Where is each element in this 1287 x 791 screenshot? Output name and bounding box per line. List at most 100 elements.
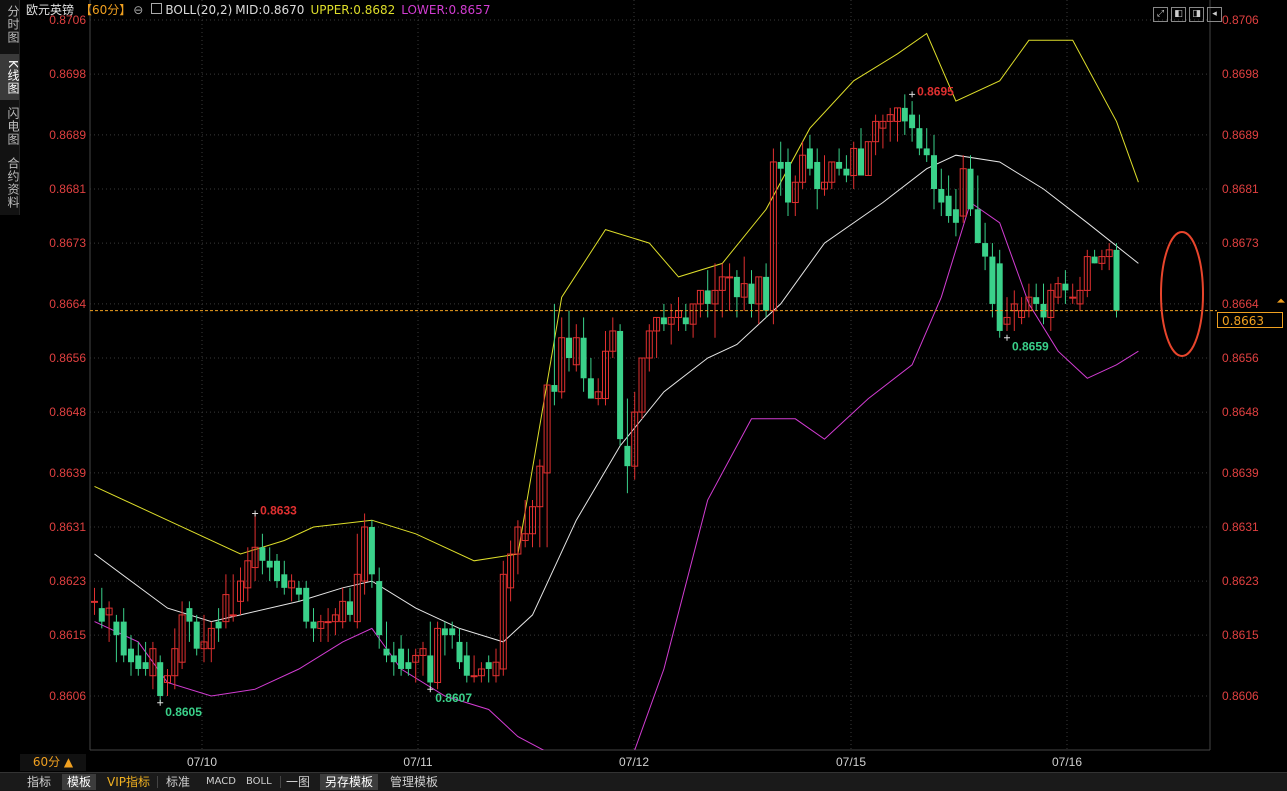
high-price-label: 0.8695 — [917, 84, 954, 98]
boll-upper-value: UPPER:0.8682 — [310, 3, 396, 17]
candle-body — [441, 628, 448, 636]
y-tick-label-left: 0.8639 — [49, 466, 86, 480]
split-left-icon[interactable]: ◧ — [1171, 7, 1186, 22]
y-tick-label-right: 0.8615 — [1222, 628, 1259, 642]
extreme-marker — [1004, 334, 1010, 341]
candle-body — [398, 648, 405, 669]
boll-tab[interactable]: BOLL — [241, 774, 277, 790]
candle-body — [215, 621, 222, 629]
candle-body — [281, 574, 288, 588]
y-tick-label-left: 0.8606 — [49, 689, 86, 703]
x-tick-label: 07/16 — [1052, 755, 1082, 769]
candle-body — [120, 621, 127, 656]
candle-body — [836, 161, 843, 169]
y-tick-label-right: 0.8656 — [1222, 351, 1259, 365]
bottom-toolbar: 指标 模板 VIP指标 标准 MACD BOLL 一图 另存模板 管理模板 — [0, 772, 1287, 791]
candle-body — [98, 608, 105, 622]
candle-body — [858, 148, 864, 176]
y-tick-label-right: 0.8673 — [1222, 236, 1259, 250]
split-right-icon[interactable]: ◨ — [1189, 7, 1204, 22]
toolbar-divider — [157, 776, 158, 788]
candle-body — [1113, 249, 1120, 311]
save-template-button[interactable]: 另存模板 — [320, 774, 379, 790]
candle-body — [456, 641, 463, 663]
y-tick-label-left: 0.8656 — [49, 351, 86, 365]
candle-body — [259, 547, 266, 561]
one-chart-tab[interactable]: 一图 — [281, 774, 315, 790]
candle-body — [470, 675, 478, 678]
zoom-icon[interactable]: ⊖ — [133, 3, 143, 17]
back-icon[interactable]: ◂ — [1207, 7, 1222, 22]
manage-template-button[interactable]: 管理模板 — [385, 774, 443, 790]
x-tick-label: 07/12 — [619, 755, 649, 769]
template-tab[interactable]: 模板 — [62, 774, 97, 790]
window-controls: ⤢ ◧ ◨ ◂ — [1153, 1, 1225, 22]
y-tick-label-right: 0.8606 — [1222, 689, 1259, 703]
extreme-marker — [427, 686, 434, 693]
candle-body — [704, 290, 711, 304]
candle-body — [142, 662, 149, 669]
candle-body — [931, 155, 937, 189]
candle-body — [777, 161, 784, 169]
candle-body — [274, 560, 280, 582]
fullscreen-icon[interactable]: ⤢ — [1153, 7, 1168, 22]
candle-body — [449, 628, 456, 636]
boll-mid-value: MID:0.8670 — [235, 3, 305, 17]
low-price-label: 0.8605 — [165, 705, 202, 719]
candle-body — [945, 195, 952, 217]
period-selector-button[interactable]: 60分 ▲ — [20, 754, 86, 771]
candle-body — [617, 330, 624, 440]
candle-body — [135, 655, 142, 669]
y-tick-label-right: 0.8689 — [1222, 128, 1259, 142]
candle-body — [843, 168, 850, 176]
candle-body — [726, 276, 734, 279]
y-tick-label-right: 0.8698 — [1222, 67, 1259, 81]
candle-body — [982, 243, 989, 257]
candle-body — [193, 621, 200, 649]
candle-body — [1069, 296, 1077, 299]
y-tick-label-left: 0.8689 — [49, 128, 86, 142]
boll-lower-value: LOWER:0.8657 — [401, 3, 491, 17]
y-tick-label-left: 0.8673 — [49, 236, 86, 250]
candlestick-chart[interactable]: 0.8706 0.87060.8698 0.86980.8689 0.86890.86… — [0, 0, 1287, 772]
vip-indicator-tab[interactable]: VIP指标 — [102, 774, 155, 790]
extreme-marker — [157, 699, 164, 706]
candle-body — [967, 168, 974, 210]
high-price-label: 0.8633 — [260, 503, 297, 517]
y-tick-label-right: 0.8664 — [1222, 297, 1259, 311]
extreme-marker — [252, 510, 259, 517]
candle-body — [128, 648, 134, 663]
candle-body — [580, 337, 587, 379]
candle-body — [989, 256, 996, 304]
candle-body — [186, 608, 193, 622]
candle-body — [390, 655, 397, 663]
candle-body — [996, 263, 1003, 331]
y-tick-label-left: 0.8648 — [49, 405, 86, 419]
candle-body — [229, 614, 237, 617]
period-label: 【60分】 — [80, 3, 132, 17]
low-price-label: 0.8659 — [1012, 340, 1049, 354]
candle-body — [295, 587, 302, 595]
indicator-icon — [151, 3, 163, 14]
boll-lower-line — [94, 201, 1139, 750]
candle-body — [383, 648, 390, 656]
candle-body — [901, 107, 908, 122]
candle-body — [310, 621, 317, 629]
x-tick-label: 07/11 — [403, 755, 432, 769]
y-tick-label-left: 0.8681 — [49, 182, 86, 196]
y-tick-label-left: 0.8631 — [49, 520, 86, 534]
y-tick-label-left: 0.8623 — [49, 574, 86, 588]
macd-tab[interactable]: MACD — [201, 774, 241, 790]
candle-body — [1033, 297, 1040, 304]
standard-tab[interactable]: 标准 — [161, 774, 195, 790]
indicator-menu[interactable]: 指标 — [22, 774, 56, 790]
y-tick-label-left: 0.8615 — [49, 628, 86, 642]
candle-body — [266, 560, 273, 568]
candle-body — [368, 527, 375, 575]
symbol-name: 欧元英镑 — [26, 3, 75, 17]
candle-body — [785, 161, 791, 203]
candle-body — [806, 148, 813, 169]
y-tick-label-right: 0.8681 — [1222, 182, 1259, 196]
low-price-label: 0.8607 — [435, 691, 472, 705]
candle-body — [347, 601, 353, 615]
